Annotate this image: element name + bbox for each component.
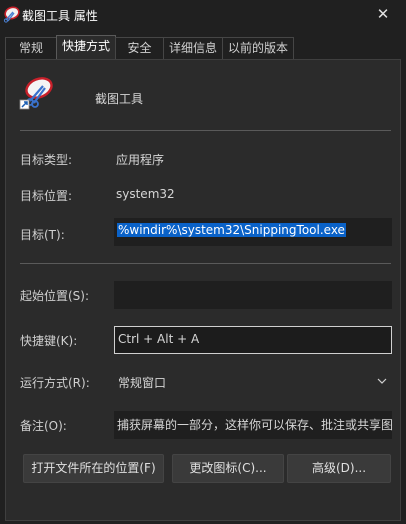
close-button[interactable]: ✕: [360, 0, 406, 30]
target-type-value: 应用程序: [116, 153, 165, 167]
close-icon: ✕: [376, 5, 390, 23]
tab-strip: 常规 快捷方式 安全 详细信息 以前的版本: [0, 35, 406, 60]
change-icon-button[interactable]: 更改图标(C)...: [172, 454, 284, 483]
tab-details[interactable]: 详细信息: [163, 37, 223, 60]
start-in-input[interactable]: [114, 281, 392, 309]
run-select-value: 常规窗口: [118, 376, 167, 390]
target-input-text: %windir%\system32\SnippingTool.exe: [117, 223, 346, 237]
title-bar: 截图工具 属性 ✕: [0, 0, 406, 30]
advanced-button[interactable]: 高级(D)...: [287, 454, 391, 483]
chevron-down-icon: [377, 378, 387, 384]
tab-shortcut[interactable]: 快捷方式: [56, 35, 116, 60]
divider: [20, 263, 391, 264]
tab-previous-versions[interactable]: 以前的版本: [222, 37, 294, 60]
shortcut-panel: 截图工具 目标类型: 应用程序 目标位置: system32 目标(T): %w…: [5, 59, 401, 521]
snipping-tool-shortcut-icon: [19, 77, 53, 110]
shortcut-key-label: 快捷键(K):: [20, 334, 78, 348]
target-location-value: system32: [116, 187, 175, 201]
target-input[interactable]: %windir%\system32\SnippingTool.exe: [114, 218, 392, 246]
target-label: 目标(T):: [20, 228, 65, 242]
shortcut-key-input[interactable]: Ctrl + Alt + A: [114, 326, 392, 354]
snipping-tool-icon: [3, 6, 20, 23]
window-title: 截图工具 属性: [22, 9, 98, 23]
open-file-location-button[interactable]: 打开文件所在的位置(F): [23, 454, 164, 483]
run-select[interactable]: 常规窗口: [114, 367, 392, 395]
app-name: 截图工具: [95, 92, 144, 106]
target-type-label: 目标类型:: [20, 153, 73, 167]
comment-label: 备注(O):: [20, 419, 67, 433]
comment-input[interactable]: 捕获屏幕的一部分，这样你可以保存、批注或共享图像。: [114, 411, 392, 439]
divider: [20, 130, 391, 131]
tab-general[interactable]: 常规: [5, 37, 57, 60]
target-location-label: 目标位置:: [20, 189, 73, 203]
comment-input-text: 捕获屏幕的一部分，这样你可以保存、批注或共享图像。: [117, 418, 392, 432]
run-label: 运行方式(R):: [20, 376, 90, 390]
shortcut-key-input-text: Ctrl + Alt + A: [118, 332, 200, 346]
tab-security[interactable]: 安全: [115, 37, 164, 60]
start-in-label: 起始位置(S):: [20, 289, 90, 303]
